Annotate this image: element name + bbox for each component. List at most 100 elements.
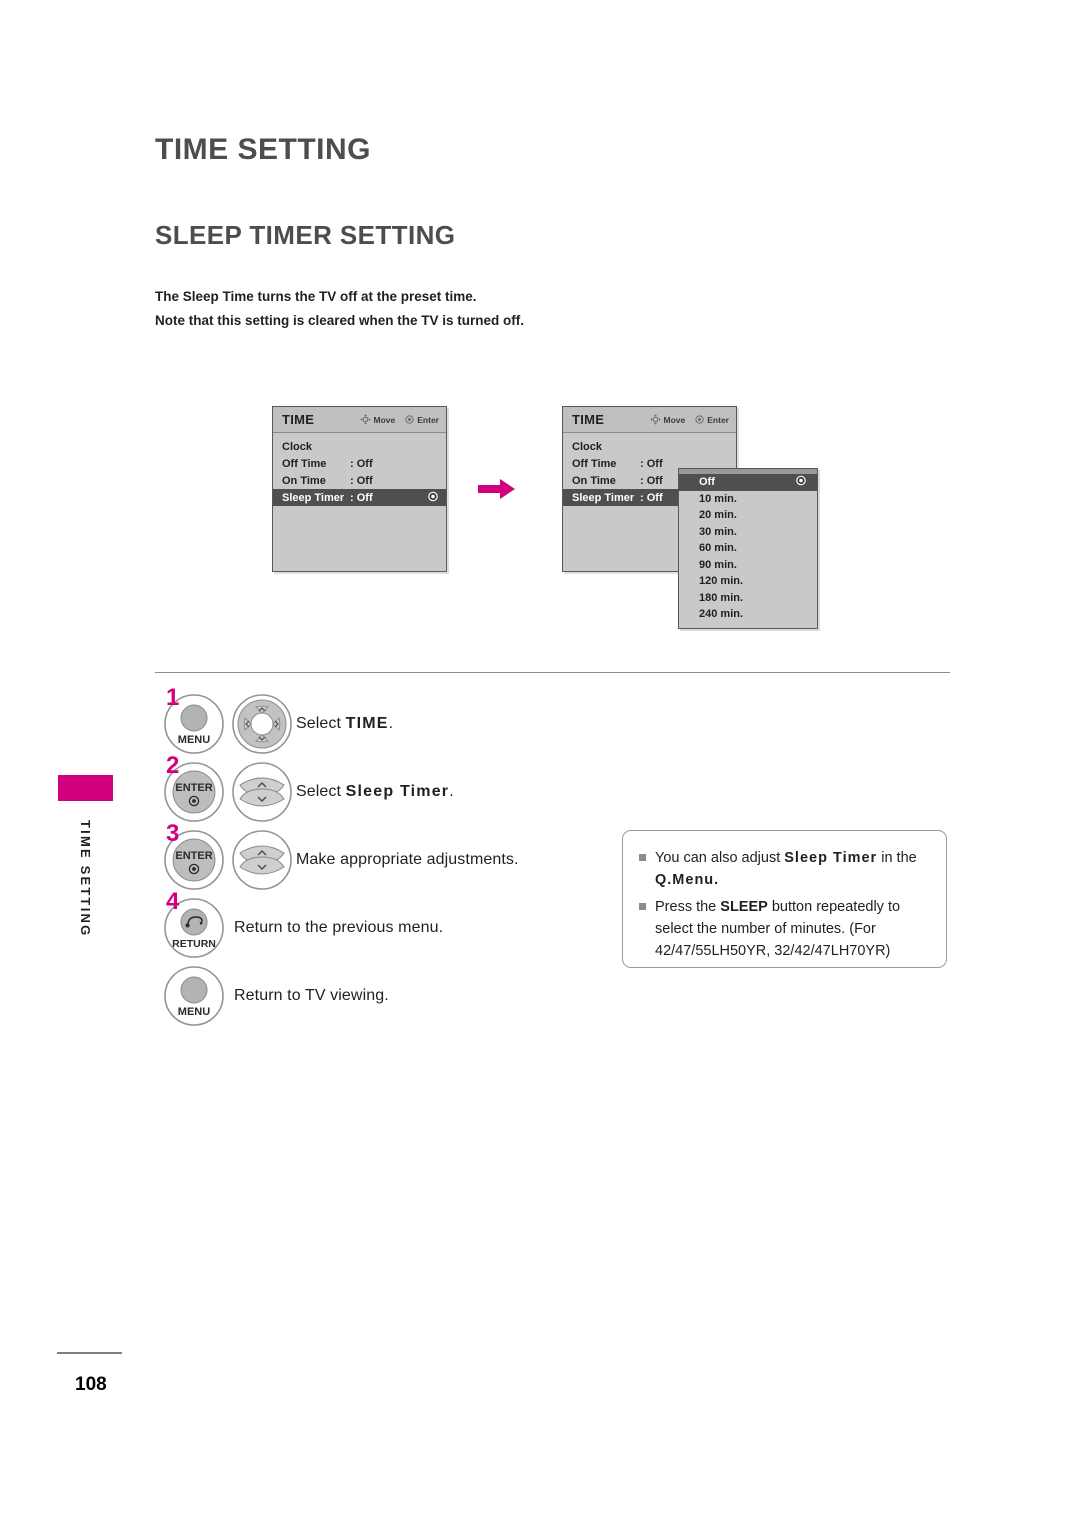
bullet-icon — [639, 903, 646, 910]
osd-row-on-time[interactable]: On Time : Off — [273, 472, 446, 489]
step-text-pre: Select — [296, 783, 346, 800]
dropdown-item-label: 90 min. — [699, 558, 737, 571]
osd-row-value: : Off — [350, 457, 373, 470]
flow-arrow-icon — [478, 478, 516, 505]
radio-selected-icon — [796, 475, 806, 489]
step-5: MENU Return to TV viewing. — [160, 962, 630, 1030]
step-number: 1 — [166, 684, 180, 711]
dropdown-item-30min[interactable]: 30 min. — [679, 524, 817, 541]
note-text-bold: SLEEP — [720, 899, 768, 915]
note-text-bold2: Q.Menu. — [655, 872, 720, 888]
menu-button-icon[interactable]: MENU — [163, 965, 225, 1027]
step-number: 2 — [166, 752, 180, 779]
note-text: You can also adjust Sleep Timer in the Q… — [655, 847, 930, 891]
svg-text:RETURN: RETURN — [172, 938, 216, 950]
osd-row-label: Sleep Timer — [282, 491, 345, 504]
step-pad-slot — [228, 761, 296, 823]
manual-page: TIME SETTING SLEEP TIMER SETTING The Sle… — [0, 0, 1080, 1516]
osd-row-off-time[interactable]: Off Time : Off — [273, 455, 446, 472]
hint-move: Move — [359, 414, 396, 425]
osd-title: TIME — [282, 412, 315, 427]
dropdown-item-120min[interactable]: 120 min. — [679, 573, 817, 590]
osd-row-label: Sleep Timer — [572, 491, 635, 504]
dropdown-item-180min[interactable]: 180 min. — [679, 590, 817, 607]
osd-row-label: On Time — [282, 474, 326, 487]
intro-line-2: Note that this setting is cleared when t… — [155, 313, 525, 328]
osd-row-value: : Off — [350, 474, 373, 487]
osd-time-menu-before: TIME Move Enter Clock Off Time: Off On … — [272, 406, 447, 572]
sleep-timer-dropdown[interactable]: Off 10 min. 20 min. 30 min. 60 min. 90 m… — [678, 468, 818, 629]
step-text-pre: Return to the previous menu. — [234, 919, 444, 936]
osd-row-label: Off Time — [572, 457, 617, 470]
note-item-1: You can also adjust Sleep Timer in the Q… — [637, 847, 930, 891]
dpad-icon — [359, 414, 371, 425]
page-number: 108 — [75, 1374, 107, 1395]
dropdown-item-10min[interactable]: 10 min. — [679, 491, 817, 508]
osd-row-clock[interactable]: Clock — [563, 438, 736, 455]
dpad-icon — [649, 414, 661, 425]
osd-row-sleep-timer[interactable]: Sleep Timer : Off — [273, 489, 446, 506]
sidebar-chapter-label: TIME SETTING — [78, 820, 93, 938]
up-down-navigation-pad-icon[interactable] — [231, 761, 293, 823]
dropdown-item-20min[interactable]: 20 min. — [679, 507, 817, 524]
osd-hints: Move Enter — [649, 414, 729, 425]
step-text-post: . — [449, 783, 454, 800]
step-instruction: Select TIME. — [296, 715, 393, 733]
step-text-pre: Select — [296, 715, 346, 732]
dropdown-item-label: 180 min. — [699, 591, 744, 604]
svg-text:ENTER: ENTER — [175, 782, 212, 794]
hint-enter: Enter — [695, 415, 729, 425]
osd-row-value: : Off — [350, 491, 373, 504]
enter-dot-icon — [695, 415, 704, 424]
dropdown-item-label: 120 min. — [699, 575, 744, 588]
step-text-post: . — [388, 715, 394, 732]
osd-row-value: : Off — [640, 491, 663, 504]
dropdown-item-label: 30 min. — [699, 525, 737, 538]
section-divider — [155, 672, 950, 673]
step-pad-slot — [228, 693, 296, 755]
step-text-pre: Make appropriate adjustments. — [296, 851, 519, 868]
note-item-2: Press the SLEEP button repeatedly to sel… — [637, 896, 930, 962]
radio-selected-icon — [428, 491, 438, 504]
step-instruction: Return to TV viewing. — [234, 987, 389, 1005]
step-number: 3 — [166, 820, 180, 847]
svg-text:MENU: MENU — [178, 1006, 210, 1018]
note-text-mid: in the — [877, 850, 917, 866]
hint-enter-label: Enter — [707, 414, 729, 425]
note-text-pre: You can also adjust — [655, 850, 785, 866]
enter-dot-icon — [405, 415, 414, 424]
step-3: 3 ENTER Make appropriate adjustments. — [160, 822, 630, 894]
step-text-bold: TIME — [345, 715, 389, 732]
chapter-title: TIME SETTING — [155, 133, 371, 166]
dropdown-item-label: 20 min. — [699, 509, 737, 522]
dropdown-item-240min[interactable]: 240 min. — [679, 606, 817, 623]
up-down-navigation-pad-icon[interactable] — [231, 829, 293, 891]
osd-header: TIME Move Enter — [273, 407, 446, 433]
dropdown-item-90min[interactable]: 90 min. — [679, 557, 817, 574]
step-list: 1 MENU Select TIME. 2 ENTER Select Sleep… — [160, 686, 630, 1030]
page-title: SLEEP TIMER SETTING — [155, 220, 456, 250]
footer-rule — [57, 1352, 122, 1354]
osd-row-value: : Off — [640, 474, 663, 487]
step-text-pre: Return to TV viewing. — [234, 987, 389, 1004]
sidebar-accent-block — [58, 775, 113, 801]
hint-move-label: Move — [373, 414, 396, 425]
dropdown-item-60min[interactable]: 60 min. — [679, 540, 817, 557]
svg-text:ENTER: ENTER — [175, 850, 212, 862]
osd-row-clock[interactable]: Clock — [273, 438, 446, 455]
osd-header: TIME Move Enter — [563, 407, 736, 433]
dropdown-item-off[interactable]: Off — [679, 474, 817, 491]
four-way-navigation-pad-icon[interactable] — [231, 693, 293, 755]
hint-move: Move — [649, 414, 686, 425]
osd-row-label: On Time — [572, 474, 616, 487]
intro-paragraph: The Sleep Time turns the TV off at the p… — [155, 285, 524, 333]
hint-enter-label: Enter — [417, 414, 439, 425]
hint-move-label: Move — [663, 414, 686, 425]
step-pad-slot — [228, 829, 296, 891]
note-box: You can also adjust Sleep Timer in the Q… — [622, 830, 947, 968]
osd-row-value: : Off — [640, 457, 663, 470]
dropdown-item-label: Off — [699, 476, 715, 489]
step-1: 1 MENU Select TIME. — [160, 686, 630, 758]
step-instruction: Make appropriate adjustments. — [296, 851, 519, 869]
osd-hints: Move Enter — [359, 414, 439, 425]
